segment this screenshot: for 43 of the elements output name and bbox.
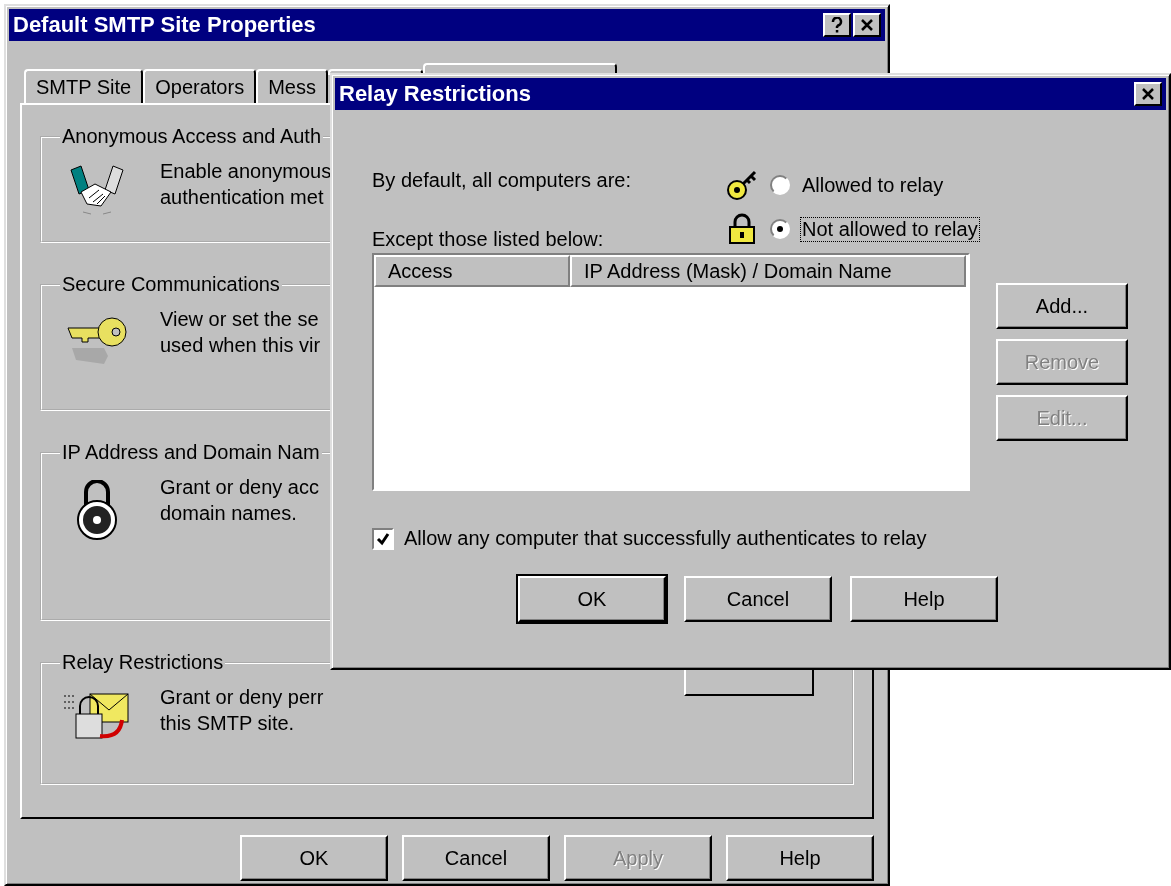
- tab[interactable]: Operators: [143, 69, 257, 103]
- group-description: used when this vir: [160, 333, 321, 358]
- dialog-button[interactable]: OK: [518, 576, 666, 622]
- list-button[interactable]: Add...: [996, 283, 1128, 329]
- close-button[interactable]: [853, 13, 881, 37]
- column-header[interactable]: IP Address (Mask) / Domain Name: [570, 255, 966, 287]
- group-description: View or set the se: [160, 307, 320, 332]
- group-description: Grant or deny perr: [160, 685, 324, 710]
- group-title: IP Address and Domain Nam: [61, 441, 321, 464]
- tab[interactable]: Mess: [256, 69, 328, 103]
- dialog-button[interactable]: OK: [240, 835, 388, 881]
- radio-button[interactable]: [770, 219, 790, 239]
- group-description: Grant or deny acc: [160, 475, 319, 500]
- group-description: this SMTP site.: [160, 711, 296, 736]
- dialog-button[interactable]: Help: [726, 835, 874, 881]
- close-button[interactable]: [1134, 82, 1162, 106]
- close-icon: [860, 19, 874, 31]
- group-title: Relay Restrictions: [61, 651, 225, 674]
- radio-label[interactable]: Allowed to relay: [800, 172, 946, 198]
- dialog-button[interactable]: Help: [850, 576, 998, 622]
- group-title: Anonymous Access and Auth: [61, 125, 323, 148]
- group-description: domain names.: [160, 501, 298, 526]
- padlock-icon: [727, 213, 757, 245]
- radio-button[interactable]: [770, 175, 790, 195]
- key-icon: [725, 168, 759, 202]
- tab[interactable]: SMTP Site: [24, 69, 144, 103]
- dialog-button[interactable]: Cancel: [402, 835, 550, 881]
- except-label: Except those listed below:: [372, 228, 605, 251]
- checkbox-label[interactable]: Allow any computer that successfully authenticates to relay: [404, 527, 927, 550]
- dialog-button[interactable]: Cancel: [684, 576, 832, 622]
- default-label: By default, all computers are:: [372, 169, 632, 192]
- radio-label[interactable]: Not allowed to relay: [800, 216, 980, 242]
- close-icon: [1141, 88, 1155, 100]
- checkmark-icon: [376, 531, 390, 546]
- help-button[interactable]: [823, 13, 851, 37]
- group-description: authentication met: [160, 185, 325, 210]
- window-title: Default SMTP Site Properties: [13, 12, 316, 38]
- dialog-title: Relay Restrictions: [339, 81, 531, 107]
- question-mark-icon: [831, 17, 843, 33]
- group-description: Enable anonymous: [160, 159, 332, 184]
- checkbox[interactable]: [372, 527, 394, 550]
- column-header[interactable]: Access: [374, 255, 570, 287]
- group-title: Secure Communications: [61, 273, 281, 296]
